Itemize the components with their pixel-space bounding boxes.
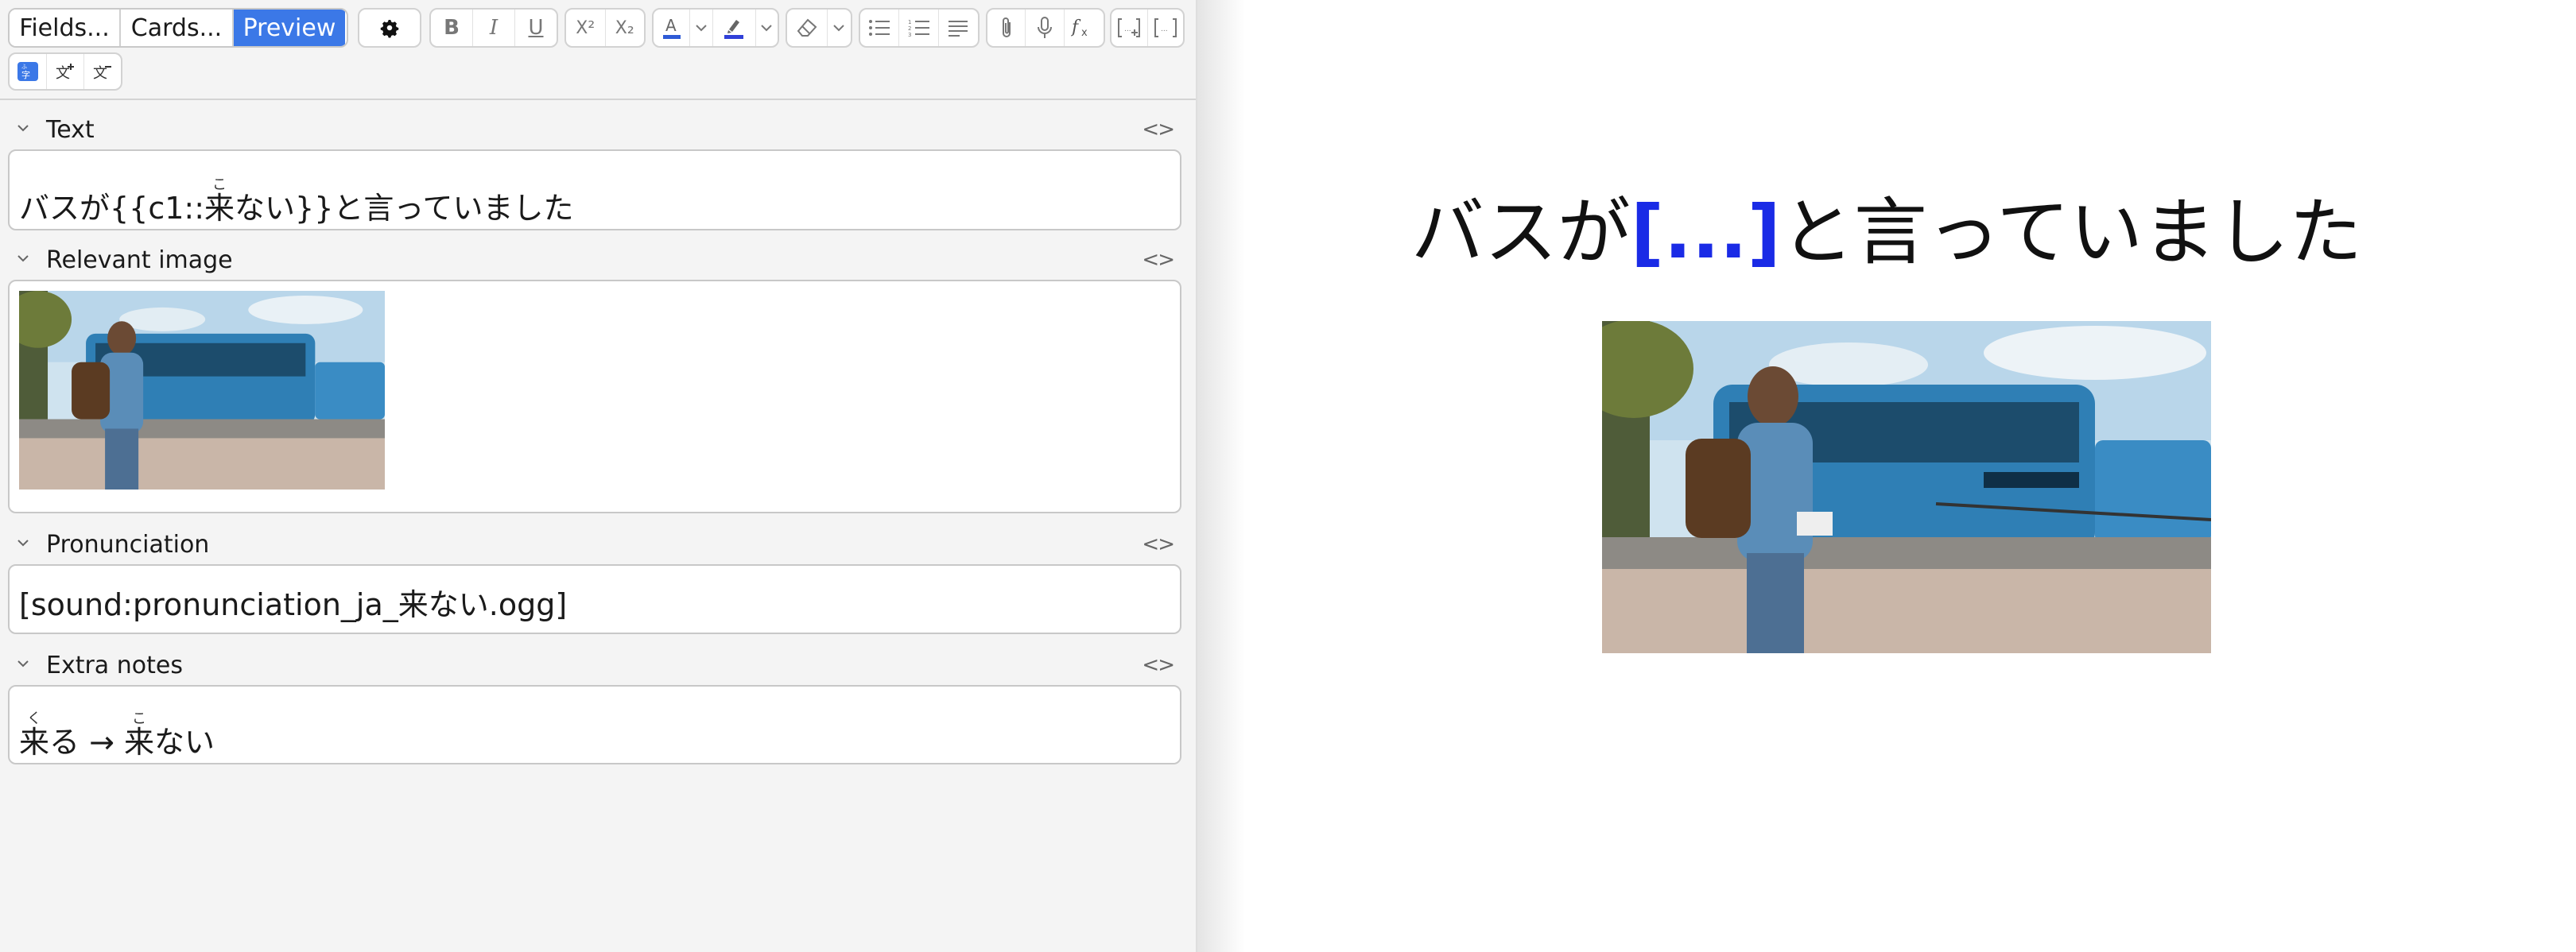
svg-text:ふ: ふ bbox=[21, 64, 27, 70]
svg-text:1: 1 bbox=[908, 19, 911, 25]
svg-text:2: 2 bbox=[908, 25, 911, 32]
svg-text:文: 文 bbox=[93, 65, 107, 82]
svg-text:文: 文 bbox=[56, 65, 70, 82]
html-editor-toggle-icon[interactable]: <> bbox=[1142, 532, 1175, 556]
math-function-icon[interactable]: fx bbox=[1065, 10, 1104, 46]
numbered-list-icon[interactable]: 123 bbox=[899, 10, 939, 46]
furigana-group: ふ字 文 文 bbox=[8, 52, 122, 91]
svg-text:...: ... bbox=[1124, 25, 1131, 33]
gear-icon[interactable] bbox=[359, 10, 420, 46]
bullet-list-icon[interactable] bbox=[860, 10, 900, 46]
media-group: fx bbox=[986, 8, 1105, 48]
cloze-icon[interactable]: ... bbox=[1148, 10, 1184, 46]
extra-notes-field-value: 来くる → 来こない bbox=[19, 710, 215, 760]
highlight-dropdown[interactable] bbox=[756, 10, 778, 46]
field-header-relevant-image[interactable]: Relevant image <> bbox=[0, 245, 1196, 277]
field-label: Relevant image bbox=[46, 246, 233, 274]
image-field-input[interactable] bbox=[8, 280, 1181, 513]
svg-text:f: f bbox=[1071, 17, 1081, 37]
highlight-button[interactable] bbox=[713, 10, 756, 46]
html-editor-toggle-icon[interactable]: <> bbox=[1142, 118, 1175, 141]
field-label: Text bbox=[46, 116, 95, 144]
field-label: Extra notes bbox=[46, 652, 183, 679]
chevron-down-icon bbox=[833, 25, 844, 32]
html-editor-toggle-icon[interactable]: <> bbox=[1142, 248, 1175, 272]
chevron-down-icon bbox=[17, 540, 29, 547]
chevron-down-icon bbox=[696, 25, 707, 32]
svg-text:字: 字 bbox=[21, 69, 30, 80]
field-header-pronunciation[interactable]: Pronunciation <> bbox=[0, 529, 1196, 561]
cloze-add-icon[interactable]: ... bbox=[1111, 10, 1148, 46]
script-group: X² X₂ bbox=[564, 8, 646, 48]
preview-button[interactable]: Preview bbox=[234, 10, 345, 46]
pronunciation-field-input[interactable]: [sound:pronunciation_ja_来ない.ogg] bbox=[8, 564, 1181, 634]
cloze-group: ... ... bbox=[1110, 8, 1185, 48]
card-preview-image bbox=[1602, 321, 2211, 653]
html-editor-toggle-icon[interactable]: <> bbox=[1142, 653, 1175, 677]
attachment-icon[interactable] bbox=[987, 10, 1026, 46]
eraser-icon[interactable] bbox=[787, 10, 828, 46]
mode-button-group: Fields... Cards... Preview bbox=[8, 8, 348, 48]
svg-text:A: A bbox=[665, 16, 677, 35]
eraser-group bbox=[786, 8, 852, 48]
preview-divider-shadow bbox=[1197, 0, 1245, 952]
chevron-down-icon bbox=[17, 255, 29, 262]
field-label: Pronunciation bbox=[46, 531, 210, 559]
align-icon[interactable] bbox=[939, 10, 978, 46]
pronunciation-field-value: [sound:pronunciation_ja_来ない.ogg] bbox=[19, 587, 568, 622]
fields-button[interactable]: Fields... bbox=[10, 10, 121, 46]
chevron-down-icon bbox=[17, 125, 29, 132]
chevron-down-icon bbox=[761, 25, 772, 32]
subscript-button[interactable]: X₂ bbox=[606, 10, 645, 46]
cards-button[interactable]: Cards... bbox=[121, 10, 234, 46]
superscript-button[interactable]: X² bbox=[566, 10, 606, 46]
furigana-add-icon[interactable]: 文 bbox=[47, 54, 84, 89]
text-field-value: バスが{{c1::来こない}}と言っていました bbox=[19, 176, 574, 226]
microphone-icon[interactable] bbox=[1026, 10, 1065, 46]
furigana-toggle-icon[interactable]: ふ字 bbox=[10, 54, 47, 89]
settings-group bbox=[358, 8, 421, 48]
format-group: B I U bbox=[429, 8, 558, 48]
text-color-dropdown[interactable] bbox=[690, 10, 713, 46]
note-editor: Fields... Cards... Preview B I U X² X₂ A bbox=[0, 0, 1197, 952]
eraser-dropdown[interactable] bbox=[828, 10, 850, 46]
chevron-down-icon bbox=[17, 660, 29, 668]
card-preview-text: バスが[...]と言っていました bbox=[1410, 190, 2363, 275]
bus-photo-thumbnail[interactable] bbox=[19, 291, 385, 490]
text-field-input[interactable]: バスが{{c1::来こない}}と言っていました bbox=[8, 149, 1181, 230]
bold-button[interactable]: B bbox=[431, 10, 473, 46]
text-color-icon: A bbox=[662, 16, 681, 39]
text-color-button[interactable]: A bbox=[654, 10, 691, 46]
toolbar-divider bbox=[0, 99, 1196, 100]
svg-text:...: ... bbox=[1161, 25, 1168, 33]
italic-button[interactable]: I bbox=[473, 10, 515, 46]
list-group: 123 bbox=[859, 8, 980, 48]
color-group: A bbox=[652, 8, 779, 48]
field-header-extra-notes[interactable]: Extra notes <> bbox=[0, 650, 1196, 682]
furigana-remove-icon[interactable]: 文 bbox=[84, 54, 121, 89]
cloze-placeholder: [...] bbox=[1630, 190, 1781, 275]
extra-notes-field-input[interactable]: 来くる → 来こない bbox=[8, 685, 1181, 764]
svg-text:3: 3 bbox=[908, 32, 911, 37]
field-header-text[interactable]: Text <> bbox=[0, 114, 1196, 146]
svg-text:x: x bbox=[1081, 27, 1088, 39]
highlighter-icon bbox=[724, 20, 744, 39]
underline-button[interactable]: U bbox=[515, 10, 557, 46]
